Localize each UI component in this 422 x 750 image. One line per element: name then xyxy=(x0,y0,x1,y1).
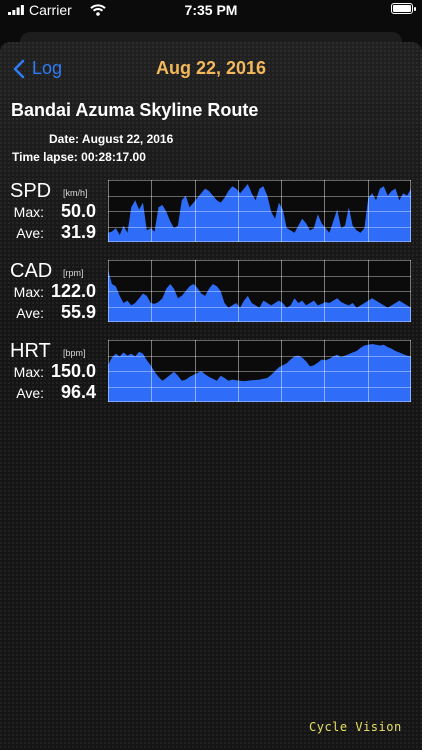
metric-name: SPD xyxy=(10,180,52,202)
metric-cad: CAD [rpm] Max: 122.0 Ave: 55.9 xyxy=(0,260,422,328)
ave-label: Ave: xyxy=(16,225,44,241)
max-value: 122.0 xyxy=(50,281,96,301)
status-bar: Carrier 7:35 PM xyxy=(0,0,422,24)
battery-icon xyxy=(391,3,416,14)
ave-value: 55.9 xyxy=(60,302,96,322)
max-value: 150.0 xyxy=(50,361,96,381)
metric-name: HRT xyxy=(10,340,51,362)
route-date-row: Date: August 22, 2016 xyxy=(49,132,173,146)
chart-area-series xyxy=(108,269,411,322)
time-lapse-value: 00:28:17.00 xyxy=(81,150,146,164)
metric-hrt: HRT [bpm] Max: 150.0 Ave: 96.4 xyxy=(0,340,422,408)
page-title: Aug 22, 2016 xyxy=(155,58,267,78)
chart-svg xyxy=(108,180,411,242)
metric-spd: SPD [km/h] Max: 50.0 Ave: 31.9 xyxy=(0,180,422,248)
date-value: August 22, 2016 xyxy=(81,132,174,146)
ave-value: 96.4 xyxy=(60,382,96,402)
spd-chart xyxy=(108,180,411,242)
chart-svg xyxy=(108,260,411,322)
chart-svg xyxy=(108,340,411,402)
time-lapse-label: Time lapse: xyxy=(12,150,78,164)
metric-unit: [km/h] xyxy=(63,188,88,198)
brand-label: Cycle Vision xyxy=(309,720,402,734)
status-time: 7:35 PM xyxy=(184,2,238,18)
date-label: Date: xyxy=(49,132,80,146)
time-lapse-row: Time lapse: 00:28:17.00 xyxy=(12,150,146,164)
metric-unit: [bpm] xyxy=(63,348,86,358)
max-label: Max: xyxy=(13,364,44,380)
ave-label: Ave: xyxy=(16,385,44,401)
max-label: Max: xyxy=(13,284,44,300)
route-title: Bandai Azuma Skyline Route xyxy=(11,100,259,120)
hrt-chart xyxy=(108,340,411,402)
ave-value: 31.9 xyxy=(60,222,96,242)
max-value: 50.0 xyxy=(60,201,96,221)
ave-label: Ave: xyxy=(16,305,44,321)
chart-area-series xyxy=(108,184,411,242)
chart-area-series xyxy=(108,344,411,402)
metric-unit: [rpm] xyxy=(63,268,84,278)
max-label: Max: xyxy=(13,204,44,220)
metric-name: CAD xyxy=(10,260,53,282)
cad-chart xyxy=(108,260,411,322)
